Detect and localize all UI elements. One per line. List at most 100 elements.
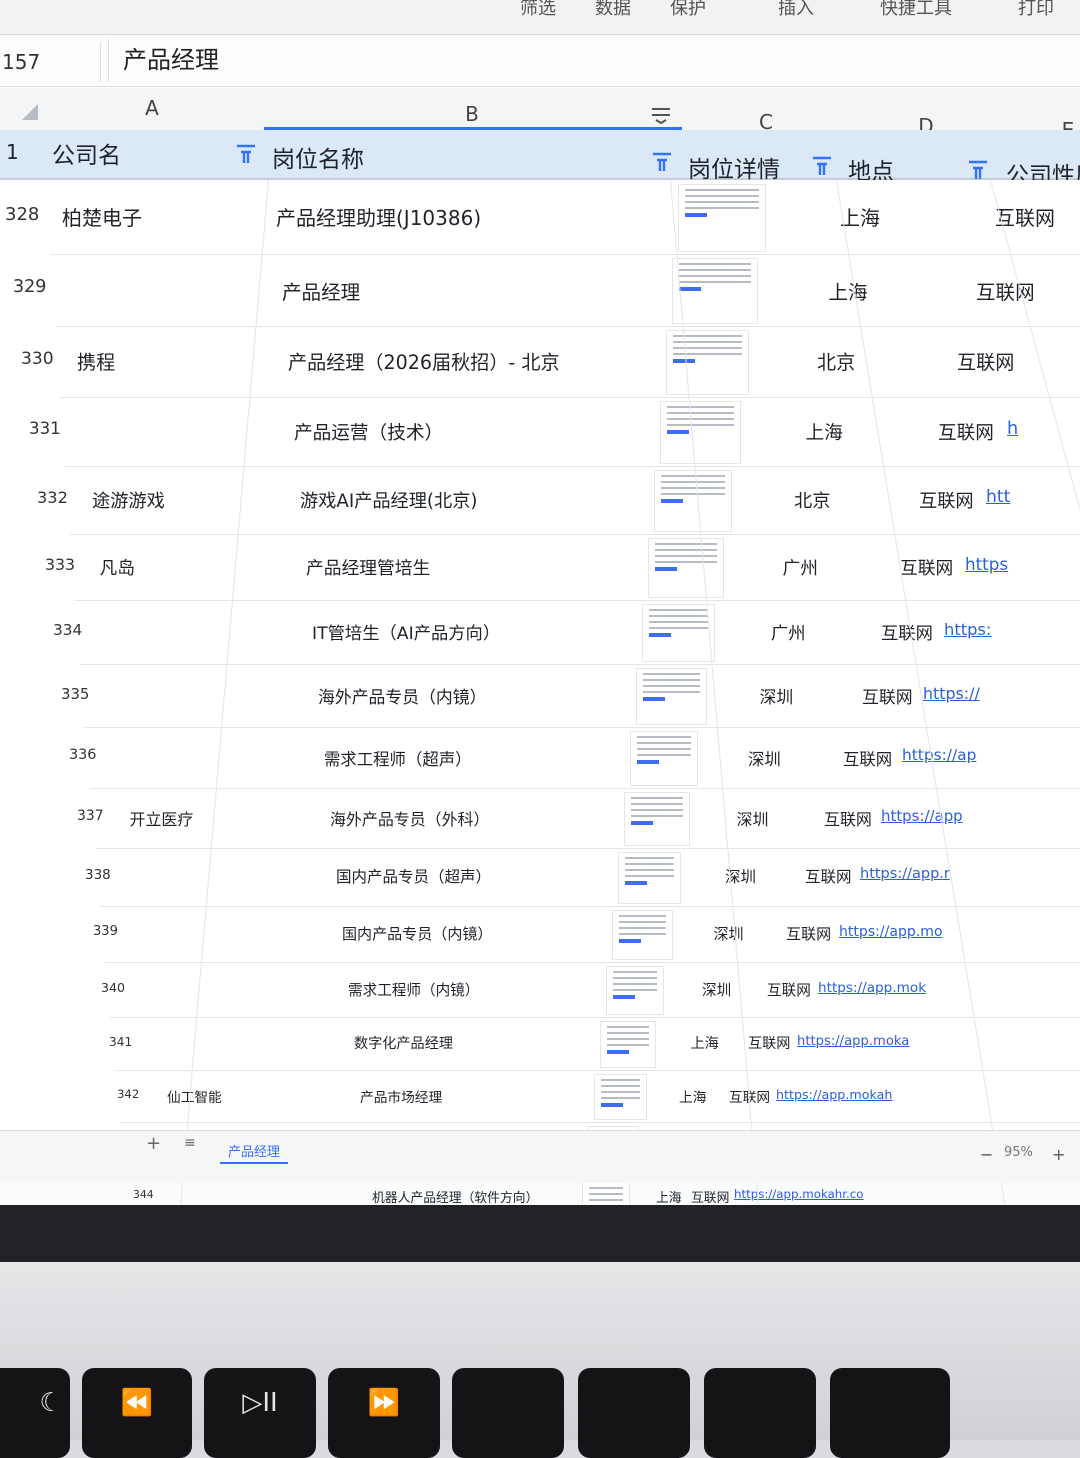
- location-cell[interactable]: 深圳: [702, 979, 731, 1000]
- company-type-cell[interactable]: 互联网: [786, 923, 831, 944]
- column-menu-icon[interactable]: [650, 106, 672, 125]
- company-type-cell[interactable]: 互联网: [881, 619, 933, 644]
- row-number[interactable]: 334: [53, 621, 82, 639]
- job-detail-thumbnail[interactable]: [618, 852, 681, 904]
- job-link[interactable]: https: [965, 554, 1008, 574]
- location-cell[interactable]: 深圳: [760, 683, 794, 708]
- job-link[interactable]: h: [1007, 419, 1018, 439]
- job-link[interactable]: https://ap: [902, 746, 976, 764]
- job-detail-thumbnail[interactable]: [630, 731, 698, 787]
- job-detail-thumbnail[interactable]: [624, 792, 690, 846]
- row-number[interactable]: 337: [77, 808, 104, 824]
- position-cell[interactable]: 机器人产品经理（软件方向）: [372, 1187, 538, 1206]
- position-cell[interactable]: 产品市场经理: [360, 1086, 442, 1106]
- company-type-cell[interactable]: 互联网: [919, 487, 974, 513]
- job-detail-thumbnail[interactable]: [600, 1021, 656, 1069]
- header-position[interactable]: 岗位名称: [272, 140, 364, 174]
- job-link[interactable]: https://app: [881, 807, 963, 825]
- row-number[interactable]: 339: [93, 924, 118, 939]
- position-cell[interactable]: 国内产品专员（内镜）: [342, 923, 492, 944]
- company-type-cell[interactable]: 互联网: [862, 683, 913, 708]
- location-cell[interactable]: 深圳: [748, 746, 781, 770]
- row-number[interactable]: 340: [101, 980, 125, 995]
- location-cell[interactable]: 上海: [656, 1187, 682, 1206]
- job-link[interactable]: https:: [944, 620, 991, 639]
- company-type-cell[interactable]: 互联网: [805, 865, 852, 887]
- zoom-in-button[interactable]: +: [1052, 1145, 1065, 1164]
- location-cell[interactable]: 北京: [817, 347, 855, 375]
- row-number[interactable]: 330: [21, 349, 54, 369]
- location-cell[interactable]: 上海: [829, 276, 868, 305]
- position-cell[interactable]: 海外产品专员（外科）: [330, 806, 489, 830]
- location-cell[interactable]: 广州: [771, 619, 806, 644]
- company-type-cell[interactable]: 互联网: [843, 746, 892, 770]
- company-cell[interactable]: 柏楚电子: [62, 202, 142, 231]
- toolbar-filter[interactable]: 筛选: [520, 0, 556, 20]
- position-cell[interactable]: 产品运营（技术）: [294, 418, 443, 445]
- column-b[interactable]: B: [460, 102, 484, 126]
- toolbar-protect[interactable]: 保护: [670, 0, 706, 20]
- job-link[interactable]: https://: [923, 684, 980, 703]
- company-type-cell[interactable]: 互联网: [976, 276, 1035, 305]
- add-sheet-icon[interactable]: +: [146, 1133, 161, 1154]
- company-type-cell[interactable]: 互联网: [691, 1187, 729, 1206]
- job-link[interactable]: https://app.mok: [818, 980, 926, 996]
- job-detail-thumbnail[interactable]: [636, 668, 707, 726]
- job-link[interactable]: https://app.mokah: [776, 1087, 892, 1102]
- job-detail-thumbnail[interactable]: [672, 258, 758, 325]
- location-cell[interactable]: 上海: [840, 202, 880, 231]
- company-type-cell[interactable]: 互联网: [995, 202, 1055, 231]
- select-all-corner[interactable]: [22, 104, 38, 120]
- company-cell[interactable]: 凡岛: [100, 554, 136, 580]
- header-company[interactable]: 公司名: [52, 136, 121, 170]
- company-type-cell[interactable]: 互联网: [938, 418, 994, 445]
- job-link[interactable]: https://app.mokahr.co: [734, 1187, 864, 1201]
- row-number[interactable]: 333: [45, 555, 75, 574]
- job-detail-thumbnail[interactable]: [606, 966, 664, 1016]
- job-detail-thumbnail[interactable]: [642, 604, 715, 663]
- job-link[interactable]: https://app.r: [860, 866, 950, 882]
- position-cell[interactable]: 产品经理: [282, 276, 360, 305]
- location-cell[interactable]: 上海: [691, 1033, 719, 1053]
- row-number[interactable]: 338: [85, 867, 111, 883]
- row-number[interactable]: 331: [29, 419, 61, 438]
- location-cell[interactable]: 上海: [679, 1086, 706, 1106]
- position-cell[interactable]: 国内产品专员（超声）: [336, 865, 491, 887]
- row-number[interactable]: 341: [109, 1035, 132, 1049]
- row-number[interactable]: 342: [117, 1087, 139, 1101]
- position-cell[interactable]: IT管培生（AI产品方向）: [312, 619, 500, 644]
- location-cell[interactable]: 深圳: [714, 923, 744, 944]
- toolbar-print[interactable]: 打印: [1018, 0, 1054, 20]
- location-cell[interactable]: 上海: [806, 418, 843, 445]
- toolbar-quick-tools[interactable]: 快捷工具: [880, 0, 952, 20]
- company-type-cell[interactable]: 互联网: [900, 554, 953, 580]
- company-cell[interactable]: 开立医疗: [130, 806, 194, 830]
- company-cell[interactable]: 仙工智能: [167, 1086, 222, 1106]
- sheet-tab[interactable]: 产品经理: [220, 1139, 289, 1164]
- location-cell[interactable]: 深圳: [737, 806, 769, 830]
- job-detail-thumbnail[interactable]: [666, 330, 749, 396]
- row-number[interactable]: 335: [61, 685, 89, 703]
- position-cell[interactable]: 游戏AI产品经理(北京): [300, 487, 478, 513]
- position-cell[interactable]: 需求工程师（超声）: [324, 746, 472, 770]
- filter-icon[interactable]: [650, 150, 674, 174]
- position-cell[interactable]: 产品经理（2026届秋招）- 北京: [288, 347, 560, 375]
- row-number[interactable]: 344: [133, 1188, 154, 1201]
- position-cell[interactable]: 需求工程师（内镜）: [348, 979, 479, 1000]
- job-detail-thumbnail[interactable]: [654, 470, 732, 532]
- job-detail-thumbnail[interactable]: [648, 538, 724, 598]
- filter-icon[interactable]: [234, 142, 258, 166]
- filter-icon[interactable]: [966, 158, 990, 182]
- sheet-list-icon[interactable]: ≡: [184, 1135, 196, 1151]
- job-link[interactable]: htt: [986, 487, 1010, 507]
- company-type-cell[interactable]: 互联网: [767, 979, 811, 1000]
- filter-icon[interactable]: [810, 154, 834, 178]
- column-a[interactable]: A: [140, 96, 164, 120]
- job-detail-thumbnail[interactable]: [612, 910, 673, 961]
- cell-reference[interactable]: 157: [0, 42, 101, 82]
- row-number[interactable]: 332: [37, 488, 68, 507]
- job-detail-thumbnail[interactable]: [660, 401, 741, 465]
- formula-input[interactable]: 产品经理: [108, 38, 1080, 82]
- toolbar-data[interactable]: 数据: [595, 0, 631, 20]
- location-cell[interactable]: 北京: [794, 487, 830, 513]
